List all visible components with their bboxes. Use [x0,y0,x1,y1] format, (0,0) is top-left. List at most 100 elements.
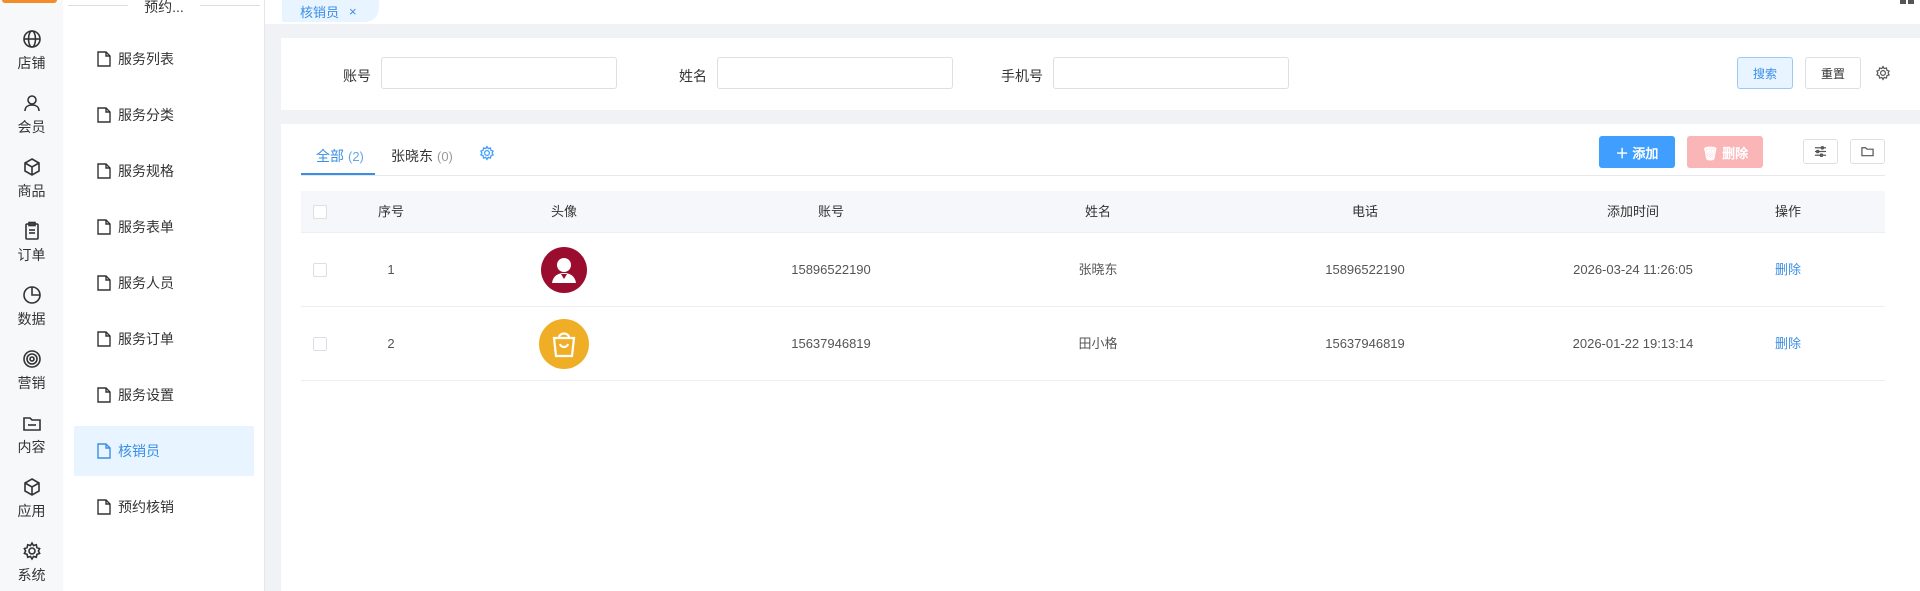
filter-tab-all[interactable]: 全部 (2) [316,146,364,166]
folder-button[interactable] [1850,139,1885,164]
table-row: 2 15637946819 田小格 15637946819 2026-01-22… [301,307,1885,381]
table-header: 序号 头像 账号 姓名 电话 添加时间 操作 [301,191,1885,233]
person-avatar [541,247,587,293]
subnav-item-service-spec[interactable]: 服务规格 [74,146,254,196]
rail-item-content[interactable]: 内容 [0,396,63,460]
row-delete-link[interactable]: 删除 [1758,233,1818,307]
clipboard-icon [24,221,39,240]
phone-label: 手机号 [1001,68,1043,84]
active-tab-indicator [301,173,375,175]
cell-index: 2 [387,336,395,351]
filter-tab-zhang[interactable]: 张晓东 (0) [391,146,453,166]
cell-index: 1 [387,262,395,277]
subnav-item-service-staff[interactable]: 服务人员 [74,258,254,308]
main-nav-rail: 店铺 会员 商品 订单 数据 营销 内容 应用 系统 [0,0,63,591]
row-delete-link[interactable]: 删除 [1758,307,1818,381]
document-icon [97,387,111,403]
tab-settings-gear-icon[interactable] [479,145,495,161]
rail-item-label: 营销 [17,375,46,391]
search-panel: 账号 姓名 手机号 搜索 重置 [281,38,1920,110]
subnav-item-service-form[interactable]: 服务表单 [74,202,254,252]
delete-label: 删除 [1722,145,1749,161]
document-icon [97,163,111,179]
bag-avatar [539,319,589,369]
sliders-icon [1814,145,1827,158]
filter-tab-label: 张晓东 [391,148,433,164]
subnav-item-label: 服务列表 [118,51,174,67]
column-filter-button[interactable] [1803,139,1838,164]
subnav-item-booking-verify[interactable]: 预约核销 [74,482,254,532]
account-label: 账号 [343,68,371,84]
tab-label: 核销员 [300,4,340,20]
user-icon [23,95,40,112]
subnav-item-label: 服务设置 [118,387,174,403]
rail-item-store[interactable]: 店铺 [0,12,63,76]
gear-icon [22,541,41,561]
column-header: 电话 [1351,204,1378,219]
rail-item-member[interactable]: 会员 [0,76,63,140]
row-checkbox[interactable] [313,263,327,277]
column-header: 添加时间 [1606,204,1659,219]
subnav-item-service-category[interactable]: 服务分类 [74,90,254,140]
grid-menu-icon[interactable] [1900,0,1914,11]
pie-chart-icon [22,286,41,304]
subnav-item-label: 服务分类 [118,107,174,123]
plus-icon: ＋ [1615,145,1629,161]
phone-input[interactable] [1053,57,1289,89]
search-button[interactable]: 搜索 [1737,57,1793,89]
rail-item-order[interactable]: 订单 [0,204,63,268]
box-icon [23,158,40,176]
subnav-item-label: 服务人员 [118,275,174,291]
filter-tab-divider [301,175,1885,176]
person-avatar-icon [552,258,576,283]
subnav-item-label: 服务规格 [118,163,174,179]
add-button[interactable]: ＋ 添加 [1599,136,1675,168]
column-header: 姓名 [1084,204,1111,219]
document-icon [97,275,111,291]
cube-icon [23,478,40,496]
tab-verifier[interactable]: 核销员 × [282,0,379,22]
rail-item-label: 内容 [17,439,46,455]
cell-added-time: 2026-03-24 11:26:05 [1573,262,1693,277]
filter-tab-count: (2) [348,149,364,164]
subnav-item-service-order[interactable]: 服务订单 [74,314,254,364]
rail-item-goods[interactable]: 商品 [0,140,63,204]
cell-phone: 15896522190 [1325,262,1405,277]
subnav-item-service-list[interactable]: 服务列表 [74,34,254,84]
document-icon [97,443,111,459]
batch-delete-button[interactable]: 🗑 删除 [1687,136,1763,168]
select-all-checkbox[interactable] [313,205,327,219]
cell-name: 张晓东 [1078,262,1118,277]
name-input[interactable] [717,57,953,89]
rail-item-app[interactable]: 应用 [0,460,63,524]
folder-icon [22,417,41,431]
subnav-item-service-settings[interactable]: 服务设置 [74,370,254,420]
rail-item-system[interactable]: 系统 [0,524,63,588]
rail-item-label: 商品 [17,183,46,199]
target-icon [22,350,41,368]
rail-item-label: 订单 [17,247,46,263]
row-checkbox[interactable] [313,337,327,351]
search-settings-gear-icon[interactable] [1875,65,1891,81]
filter-tab-label: 全部 [316,148,344,164]
subnav-item-verifier[interactable]: 核销员 [74,426,254,476]
rail-item-label: 系统 [17,567,46,583]
document-icon [97,107,111,123]
subnav-item-label: 服务订单 [118,331,174,347]
account-input[interactable] [381,57,617,89]
rail-item-marketing[interactable]: 营销 [0,332,63,396]
cell-phone: 15637946819 [1325,336,1405,351]
reset-button[interactable]: 重置 [1805,57,1861,89]
brand-logo [2,0,57,3]
close-icon[interactable]: × [349,4,357,19]
subnav-item-label: 核销员 [118,443,160,459]
document-icon [97,331,111,347]
cell-account: 15637946819 [791,336,871,351]
column-header: 头像 [550,204,577,219]
rail-item-label: 店铺 [17,55,46,71]
folder-icon [1861,147,1874,157]
content-panel: 全部 (2) 张晓东 (0) ＋ 添加 🗑 删除 序号 头像 账号 姓名 电话 添加… [281,124,1920,591]
rail-item-label: 数据 [17,311,46,327]
shopping-bag-icon [552,332,576,358]
rail-item-data[interactable]: 数据 [0,268,63,332]
